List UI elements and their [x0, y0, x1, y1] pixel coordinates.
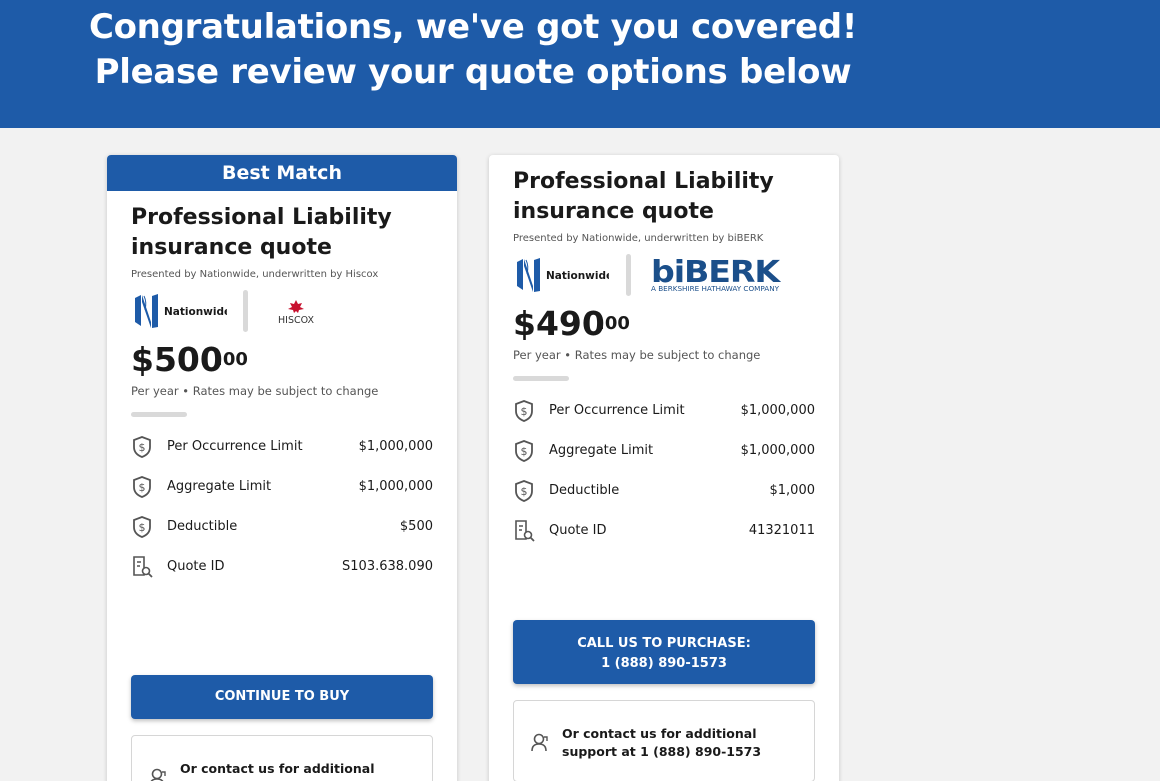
detail-value: $500 — [399, 519, 433, 534]
svg-text:HISCOX: HISCOX — [278, 315, 314, 325]
quote-card-best-match: Best Match Professional Liability insura… — [107, 155, 457, 781]
biberk-logo: biBERK A BERKSHIRE HATHAWAY COMPANY — [651, 257, 781, 293]
logo-row: Nationwide HISCOX — [131, 290, 433, 332]
detail-value: 41321011 — [748, 523, 815, 538]
best-match-badge: Best Match — [107, 155, 457, 191]
divider-bar — [513, 376, 569, 381]
detail-row-per-occurrence: $ Per Occurrence Limit $1,000,000 — [513, 399, 815, 439]
detail-row-quote-id: Quote ID S103.638.090 — [131, 555, 433, 595]
header-banner: Congratulations, we've got you covered! … — [0, 0, 1160, 128]
svg-text:Nationwide: Nationwide — [546, 270, 609, 282]
cta-phone: 1 (888) 890-1573 — [601, 656, 727, 671]
document-search-icon — [515, 520, 535, 542]
detail-label: Deductible — [549, 483, 620, 498]
price-amount: $490 — [513, 304, 605, 343]
svg-text:A BERKSHIRE HATHAWAY COMPANY: A BERKSHIRE HATHAWAY COMPANY — [651, 285, 780, 293]
logo-divider — [626, 254, 631, 296]
price-note: Per year • Rates may be subject to chang… — [131, 384, 379, 398]
shield-dollar-icon: $ — [133, 436, 151, 458]
detail-label: Quote ID — [549, 523, 607, 538]
call-to-purchase-button[interactable]: CALL US TO PURCHASE: 1 (888) 890-1573 — [513, 620, 815, 684]
detail-label: Aggregate Limit — [549, 443, 654, 458]
svg-text:$: $ — [521, 445, 528, 458]
price-cents: .00 — [598, 313, 630, 334]
detail-value: S103.638.090 — [342, 559, 433, 574]
document-search-icon — [133, 556, 153, 578]
shield-dollar-icon: $ — [133, 476, 151, 498]
logo-row: Nationwide biBERK A BERKSHIRE HATHAWAY C… — [513, 254, 815, 296]
svg-text:Nationwide: Nationwide — [164, 306, 227, 318]
quote-details: $ Per Occurrence Limit $1,000,000 $ Aggr… — [513, 399, 815, 559]
detail-label: Per Occurrence Limit — [549, 403, 685, 418]
logo-divider — [243, 290, 248, 332]
detail-label: Quote ID — [167, 559, 225, 574]
detail-value: $1,000,000 — [740, 443, 815, 458]
detail-row-quote-id: Quote ID 41321011 — [513, 519, 815, 559]
detail-label: Aggregate Limit — [167, 479, 272, 494]
continue-to-buy-button[interactable]: CONTINUE TO BUY — [131, 675, 433, 719]
svg-text:$: $ — [521, 485, 528, 498]
detail-value: $1,000,000 — [740, 403, 815, 418]
support-text: Or contact us for additional support at … — [180, 761, 379, 781]
svg-text:$: $ — [139, 521, 146, 534]
presented-by-text: Presented by Nationwide, underwritten by… — [131, 269, 379, 280]
detail-row-aggregate: $ Aggregate Limit $1,000,000 — [131, 475, 433, 515]
svg-text:$: $ — [139, 481, 146, 494]
detail-value: $1,000,000 — [358, 479, 433, 494]
detail-row-deductible: $ Deductible $1,000 — [513, 479, 815, 519]
hiscox-logo: HISCOX — [278, 300, 314, 325]
price: $500 .00 — [131, 342, 433, 378]
page-title: Congratulations, we've got you covered! … — [88, 7, 858, 92]
nationwide-logo: Nationwide — [135, 294, 227, 328]
support-agent-icon — [531, 733, 548, 752]
price-amount: $500 — [131, 340, 223, 379]
detail-value: $1,000,000 — [358, 439, 433, 454]
support-box: Or contact us for additional support at … — [131, 735, 433, 781]
detail-row-per-occurrence: $ Per Occurrence Limit $1,000,000 — [131, 435, 433, 475]
price-cents: .00 — [216, 349, 248, 370]
detail-row-aggregate: $ Aggregate Limit $1,000,000 — [513, 439, 815, 479]
price: $490 .00 — [513, 306, 815, 342]
detail-label: Per Occurrence Limit — [167, 439, 303, 454]
support-agent-icon — [150, 768, 166, 781]
detail-value: $1,000 — [769, 483, 816, 498]
presented-by-text: Presented by Nationwide, underwritten by… — [513, 233, 764, 244]
cta-label: CALL US TO PURCHASE: — [577, 636, 751, 651]
svg-text:$: $ — [521, 405, 528, 418]
shield-dollar-icon: $ — [515, 440, 533, 462]
detail-label: Deductible — [167, 519, 238, 534]
quote-title: Professional Liability insurance quote — [513, 169, 774, 224]
nationwide-logo: Nationwide — [517, 258, 609, 292]
shield-dollar-icon: $ — [515, 400, 533, 422]
support-box: Or contact us for additional support at … — [513, 700, 815, 781]
quote-card-biberk: Professional Liability insurance quote P… — [489, 155, 839, 781]
detail-row-deductible: $ Deductible $500 — [131, 515, 433, 555]
divider-bar — [131, 412, 187, 417]
quote-details: $ Per Occurrence Limit $1,000,000 $ Aggr… — [131, 435, 433, 595]
quote-title: Professional Liability insurance quote — [131, 205, 392, 260]
shield-dollar-icon: $ — [133, 516, 151, 538]
shield-dollar-icon: $ — [515, 480, 533, 502]
price-note: Per year • Rates may be subject to chang… — [513, 348, 761, 362]
support-text: Or contact us for additional support at … — [562, 726, 762, 759]
svg-text:$: $ — [139, 441, 146, 454]
